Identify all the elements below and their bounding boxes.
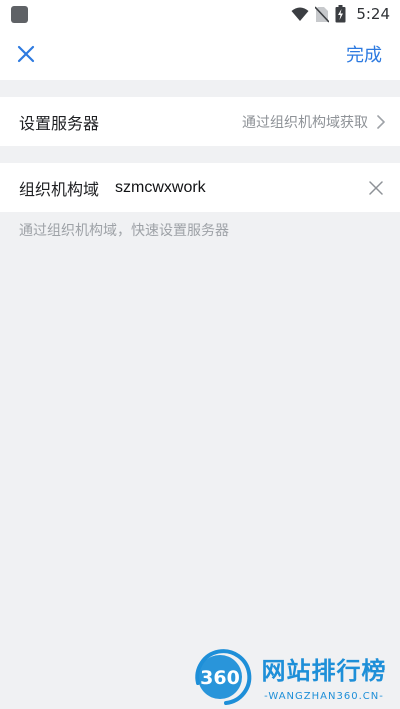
close-icon	[17, 45, 35, 63]
status-time: 5:24	[356, 5, 390, 23]
clear-button[interactable]	[364, 176, 388, 200]
battery-charging-icon	[335, 5, 346, 23]
close-button[interactable]	[10, 38, 42, 70]
watermark-logo-number: 360	[200, 667, 240, 689]
clear-icon	[369, 180, 383, 195]
org-domain-input[interactable]	[115, 178, 336, 197]
status-icons: 5:24	[291, 4, 390, 24]
status-bar: 5:24	[0, 0, 400, 28]
server-setting-row[interactable]: 设置服务器 通过组织机构域获取	[0, 97, 400, 146]
watermark-graphic: 360 网站排行榜 -WANGZHAN360.CN-	[195, 649, 387, 705]
done-button[interactable]: 完成	[346, 41, 382, 67]
watermark: 360 网站排行榜 -WANGZHAN360.CN-	[190, 643, 400, 709]
chevron-right-icon	[374, 114, 388, 130]
no-sim-icon	[315, 5, 330, 23]
watermark-title: 网站排行榜	[262, 657, 387, 685]
org-domain-row: 组织机构域	[0, 163, 400, 212]
watermark-url: -WANGZHAN360.CN-	[264, 691, 384, 702]
nav-bar: 完成	[0, 28, 400, 80]
server-setting-value: 通过组织机构域获取	[242, 114, 368, 131]
app-square-icon	[11, 6, 28, 23]
server-setting-label: 设置服务器	[19, 113, 100, 133]
screen: 5:24 完成 设置服务器 通过组织机构域获取 组织机构域 szmcwxwork…	[0, 0, 400, 709]
org-domain-hint: 通过组织机构域，快速设置服务器	[19, 223, 229, 239]
wifi-icon	[291, 7, 309, 21]
org-domain-label: 组织机构域	[19, 179, 100, 199]
